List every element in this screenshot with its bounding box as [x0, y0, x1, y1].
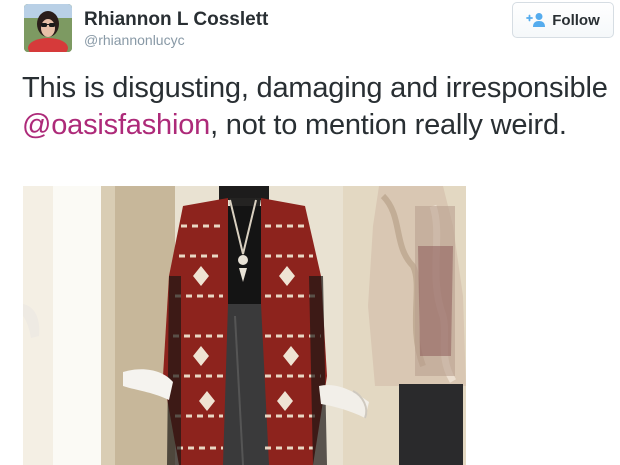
mention-link[interactable]: @oasisfashion	[22, 109, 210, 141]
tweet-text-after: , not to mention really weird.	[210, 109, 567, 141]
display-name[interactable]: Rhiannon L Cosslett	[84, 9, 268, 31]
follow-label: Follow	[552, 11, 600, 29]
tweet-photo[interactable]	[23, 186, 466, 465]
avatar-image	[24, 4, 72, 52]
user-handle[interactable]: @rhiannonlucyc	[84, 32, 185, 48]
tweet-text-before: This is disgusting, damaging and irrespo…	[22, 72, 608, 104]
photo-of-mannequins-in-store	[23, 186, 466, 465]
follow-button[interactable]: Follow	[512, 2, 614, 38]
add-person-icon	[526, 13, 546, 27]
avatar[interactable]	[24, 4, 72, 52]
tweet-text: This is disgusting, damaging and irrespo…	[22, 70, 612, 144]
